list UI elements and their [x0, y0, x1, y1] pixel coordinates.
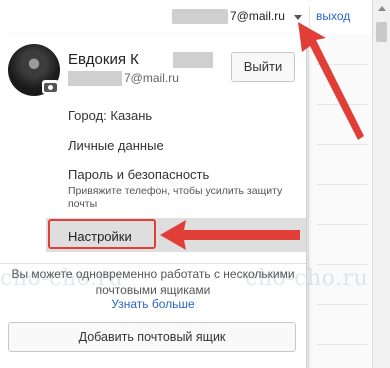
- arrow-to-caret: [298, 22, 364, 140]
- arrow-to-settings: [160, 220, 300, 250]
- annotation-arrows: [160, 22, 364, 250]
